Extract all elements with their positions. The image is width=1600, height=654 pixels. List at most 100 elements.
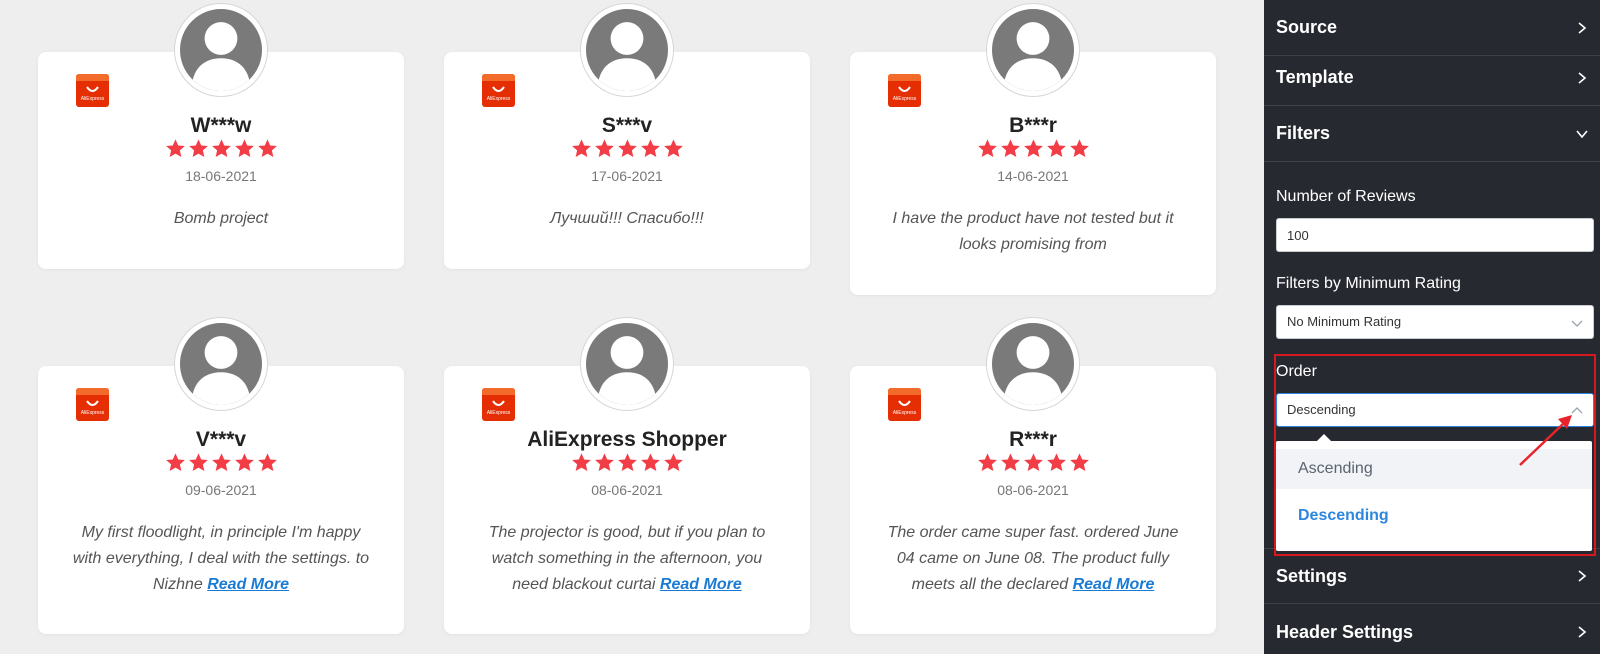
chevron-right-icon: [1578, 71, 1587, 84]
chevron-down-icon: [1571, 320, 1583, 327]
order-label: Order: [1276, 363, 1317, 380]
section-template[interactable]: Template: [1264, 50, 1600, 106]
number-of-reviews-label: Number of Reviews: [1276, 188, 1416, 205]
avatar: [987, 318, 1079, 410]
chevron-right-icon: [1578, 21, 1587, 34]
star-icon: [977, 139, 997, 157]
order-option-descending[interactable]: Descending: [1276, 496, 1592, 536]
avatar: [581, 4, 673, 96]
star-icon: [211, 453, 231, 471]
avatar: [581, 318, 673, 410]
star-icon: [165, 139, 185, 157]
rating-stars: [444, 138, 810, 159]
min-rating-label: Filters by Minimum Rating: [1276, 275, 1461, 292]
settings-sidebar: Source Template Filters Number of Review…: [1264, 0, 1600, 654]
order-value: Descending: [1287, 402, 1356, 417]
read-more-link[interactable]: Read More: [660, 576, 742, 593]
star-icon: [1000, 139, 1020, 157]
star-icon: [617, 453, 637, 471]
review-text: The order came super fast. ordered June …: [880, 520, 1186, 598]
review-date: 09-06-2021: [185, 482, 257, 498]
shopping-bag-icon: AliExpress: [888, 388, 921, 421]
shopping-bag-icon: AliExpress: [482, 388, 515, 421]
review-date: 14-06-2021: [997, 168, 1069, 184]
star-icon: [257, 139, 277, 157]
avatar: [175, 318, 267, 410]
brand-logo-text: AliExpress: [486, 410, 511, 416]
star-icon: [640, 453, 660, 471]
star-icon: [1023, 453, 1043, 471]
reviewer-name: W***w: [190, 114, 252, 137]
reviewer-name: B***r: [1009, 114, 1057, 137]
section-template-label: Template: [1276, 67, 1354, 87]
chevron-right-icon: [1578, 570, 1587, 582]
brand-logo-text: AliExpress: [892, 96, 917, 102]
star-icon: [1023, 139, 1043, 157]
star-icon: [1046, 139, 1066, 157]
dropdown-caret: [1317, 434, 1331, 441]
section-source-label: Source: [1276, 17, 1338, 37]
review-date: 17-06-2021: [591, 168, 663, 184]
star-icon: [594, 453, 614, 471]
shopping-bag-icon: AliExpress: [482, 74, 515, 107]
review-card: AliExpress W***w 18-06-2021 Bomb project: [38, 4, 404, 269]
review-card: AliExpress R***r 08-06-2021 The order ca…: [850, 318, 1216, 634]
section-header-settings[interactable]: Header Settings: [1264, 604, 1600, 654]
rating-stars: [444, 452, 810, 473]
star-icon: [1000, 453, 1020, 471]
review-text: The projector is good, but if you plan t…: [474, 520, 780, 598]
star-icon: [165, 453, 185, 471]
star-icon: [571, 453, 591, 471]
shopping-bag-icon: AliExpress: [888, 74, 921, 107]
shopping-bag-icon: AliExpress: [76, 74, 109, 107]
star-icon: [617, 139, 637, 157]
star-icon: [594, 139, 614, 157]
user-silhouette-icon: [1003, 22, 1063, 91]
review-body: I have the product have not tested but i…: [892, 210, 1174, 253]
brand-logo-text: AliExpress: [892, 410, 917, 416]
avatar: [175, 4, 267, 96]
read-more-link[interactable]: Read More: [1073, 576, 1155, 593]
brand-logo-text: AliExpress: [486, 96, 511, 102]
star-icon: [1069, 139, 1089, 157]
star-icon: [1069, 453, 1089, 471]
review-text: Лучший!!! Спасибо!!!: [474, 206, 780, 232]
number-of-reviews-input[interactable]: [1276, 218, 1594, 252]
user-silhouette-icon: [597, 336, 657, 405]
review-body: Bomb project: [173, 210, 269, 227]
reviewer-name: AliExpress Shopper: [527, 428, 727, 451]
section-header-settings-label: Header Settings: [1276, 621, 1414, 642]
user-silhouette-icon: [597, 22, 657, 91]
review-body: Лучший!!! Спасибо!!!: [550, 210, 704, 227]
star-icon: [663, 453, 683, 471]
chevron-down-icon: [1576, 129, 1588, 138]
review-text: Bomb project: [68, 206, 374, 232]
read-more-link[interactable]: Read More: [207, 576, 289, 593]
section-filters-label: Filters: [1276, 123, 1331, 143]
review-date: 08-06-2021: [591, 482, 663, 498]
chevron-right-icon: [1578, 626, 1587, 638]
avatar: [987, 4, 1079, 96]
section-source[interactable]: Source: [1264, 0, 1600, 56]
star-icon: [188, 453, 208, 471]
rating-stars: [850, 138, 1216, 159]
star-icon: [257, 453, 277, 471]
section-filters[interactable]: Filters: [1264, 106, 1600, 162]
rating-stars: [38, 138, 404, 159]
min-rating-select[interactable]: No Minimum Rating: [1276, 305, 1594, 339]
reviewer-name: V***v: [195, 428, 247, 451]
reviewer-name: S***v: [601, 114, 653, 137]
star-icon: [977, 453, 997, 471]
reviewer-name: R***r: [1009, 428, 1057, 451]
section-settings-label: Settings: [1276, 565, 1348, 586]
section-settings[interactable]: Settings: [1264, 548, 1600, 604]
star-icon: [188, 139, 208, 157]
star-icon: [571, 139, 591, 157]
rating-stars: [38, 452, 404, 473]
annotation-arrow-icon: [1519, 415, 1572, 466]
star-icon: [234, 453, 254, 471]
review-card: AliExpress V***v 09-06-2021 My first flo…: [38, 318, 404, 634]
star-icon: [1046, 453, 1066, 471]
star-icon: [640, 139, 660, 157]
user-silhouette-icon: [191, 336, 251, 405]
